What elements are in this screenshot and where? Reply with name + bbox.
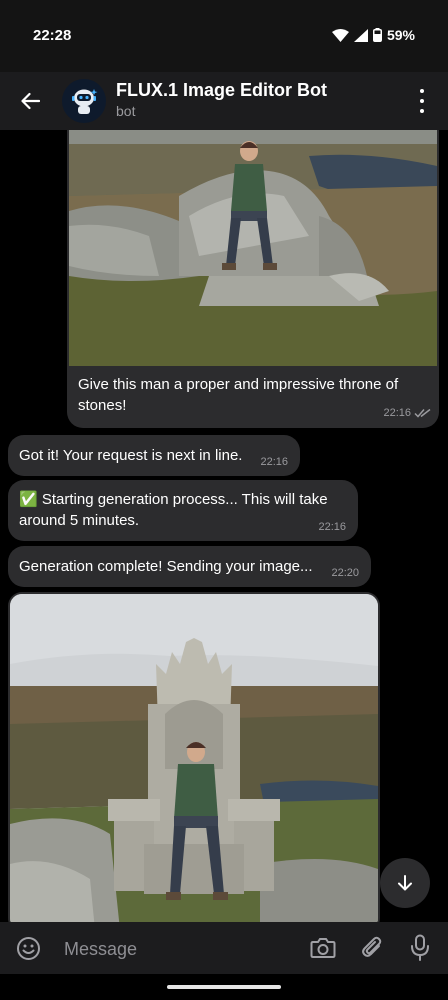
incoming-message-text: ✅ Starting generation process... This wi… xyxy=(19,491,328,529)
wifi-icon xyxy=(331,28,349,42)
paperclip-icon xyxy=(362,936,382,957)
message-input[interactable] xyxy=(62,934,286,964)
robot-icon xyxy=(72,89,98,114)
message-list[interactable]: Give this man a proper and impressive th… xyxy=(0,130,448,922)
outgoing-message[interactable]: Give this man a proper and impressive th… xyxy=(67,130,439,428)
incoming-message[interactable]: Generation complete! Sending your image.… xyxy=(8,546,371,587)
status-time: 22:28 xyxy=(33,27,72,44)
incoming-message[interactable]: ✅ Starting generation process... This wi… xyxy=(8,480,358,541)
battery-percent: 59% xyxy=(386,27,415,43)
bot-avatar[interactable] xyxy=(62,79,106,123)
message-time: 22:16 xyxy=(260,456,288,468)
emoji-button[interactable] xyxy=(16,936,41,966)
status-bar: 22:28 59% xyxy=(0,0,448,72)
incoming-message[interactable]: Got it! Your request is next in line. 22… xyxy=(8,435,300,476)
camera-button[interactable] xyxy=(310,936,336,965)
message-time: 22:16 xyxy=(318,521,346,533)
voice-message-button[interactable] xyxy=(410,934,430,967)
message-time: 22:20 xyxy=(331,567,359,579)
message-time: 22:16 xyxy=(383,407,411,419)
chevron-down-icon xyxy=(398,875,412,891)
scroll-down-button[interactable] xyxy=(380,858,430,908)
incoming-image-message[interactable] xyxy=(8,592,380,922)
back-arrow-icon xyxy=(21,92,40,110)
mic-icon xyxy=(411,934,429,961)
battery-icon xyxy=(372,28,382,42)
read-double-check-icon xyxy=(414,408,431,418)
navigation-bar xyxy=(0,974,448,1000)
chat-title[interactable]: FLUX.1 Image Editor Bot xyxy=(116,80,327,101)
more-options-button[interactable] xyxy=(412,89,432,113)
home-gesture-handle[interactable] xyxy=(167,985,281,989)
status-icons: 59% xyxy=(331,27,415,43)
outgoing-message-text: Give this man a proper and impressive th… xyxy=(78,376,399,414)
chat-header: FLUX.1 Image Editor Bot bot xyxy=(0,72,448,130)
generated-photo[interactable] xyxy=(10,594,378,922)
incoming-message-text: Generation complete! Sending your image.… xyxy=(19,558,313,575)
camera-icon xyxy=(310,938,336,958)
chat-subtitle: bot xyxy=(116,103,136,119)
message-composer xyxy=(0,922,448,974)
sent-photo[interactable] xyxy=(69,130,437,366)
back-button[interactable] xyxy=(14,86,46,116)
signal-icon xyxy=(353,28,368,42)
emoji-icon xyxy=(17,937,40,960)
more-vert-icon xyxy=(420,89,424,93)
attach-button[interactable] xyxy=(360,935,384,966)
incoming-message-text: Got it! Your request is next in line. xyxy=(19,447,243,464)
